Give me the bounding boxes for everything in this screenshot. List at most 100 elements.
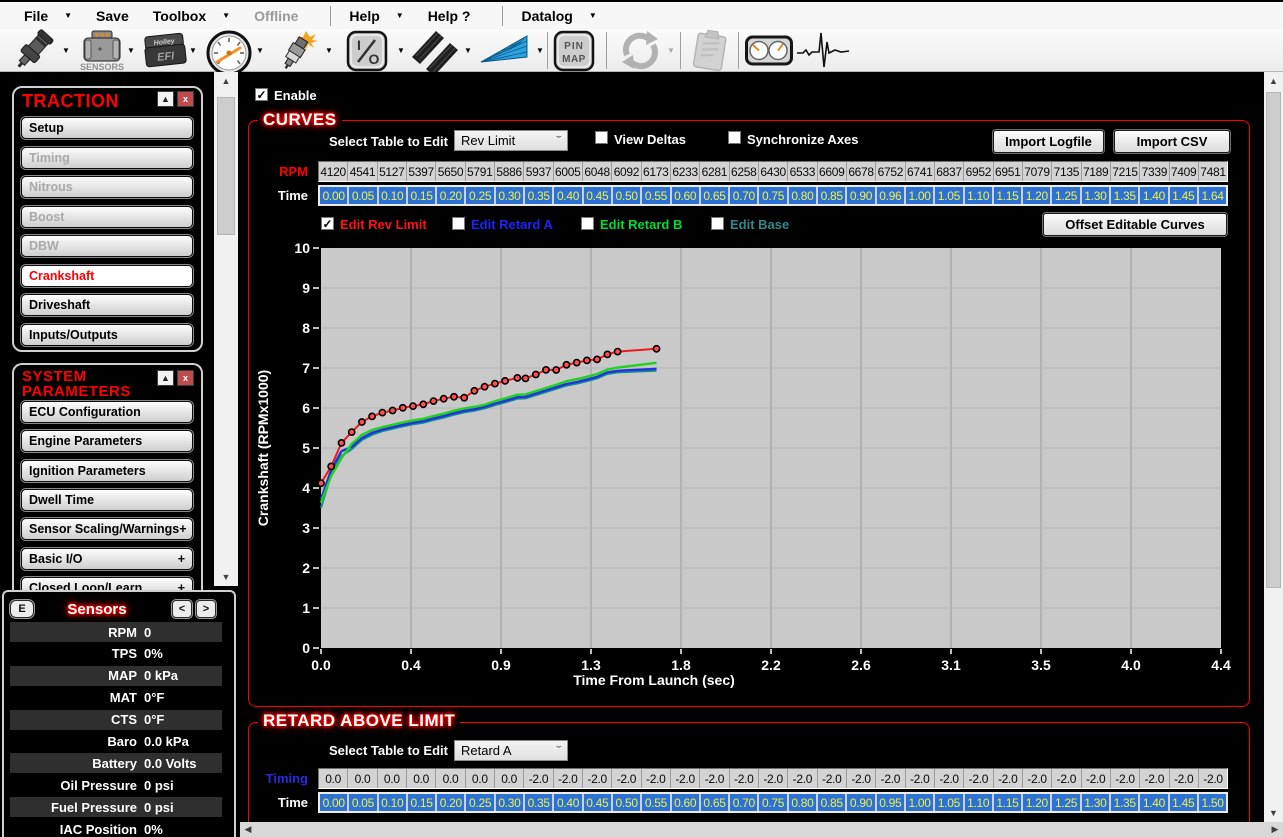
value-cell[interactable]: 0.45: [582, 794, 611, 811]
value-cell[interactable]: 0.20: [435, 794, 464, 811]
series-marker-rev-limit[interactable]: [553, 367, 559, 373]
main-hscrollbar-right-icon[interactable]: ▶: [1268, 823, 1282, 836]
sensors-prev-button[interactable]: <: [172, 600, 192, 618]
value-cell[interactable]: -2.0: [1081, 769, 1110, 788]
value-cell[interactable]: 0.0: [494, 769, 523, 788]
value-cell[interactable]: -2.0: [1110, 769, 1139, 788]
value-cell[interactable]: 1.05: [933, 794, 962, 811]
series-marker-rev-limit[interactable]: [471, 388, 477, 394]
series-marker-rev-limit[interactable]: [328, 463, 334, 469]
main-vscrollbar-thumb[interactable]: [1266, 92, 1281, 588]
value-cell[interactable]: 0.0: [347, 769, 376, 788]
series-marker-rev-limit[interactable]: [543, 367, 549, 373]
series-marker-rev-limit[interactable]: [441, 396, 447, 402]
series-marker-rev-limit[interactable]: [318, 480, 324, 486]
series-marker-rev-limit[interactable]: [563, 362, 569, 368]
value-cell[interactable]: 0.85: [816, 794, 845, 811]
series-marker-rev-limit[interactable]: [390, 407, 396, 413]
series-marker-rev-limit[interactable]: [451, 394, 457, 400]
value-cell[interactable]: -2.0: [905, 769, 934, 788]
series-marker-rev-limit[interactable]: [514, 375, 520, 381]
value-cell[interactable]: -2.0: [582, 769, 611, 788]
series-marker-rev-limit[interactable]: [653, 346, 659, 352]
series-marker-rev-limit[interactable]: [349, 429, 355, 435]
series-marker-rev-limit[interactable]: [492, 381, 498, 387]
series-marker-rev-limit[interactable]: [594, 356, 600, 362]
series-marker-rev-limit[interactable]: [574, 360, 580, 366]
value-cell[interactable]: -2.0: [1169, 769, 1198, 788]
value-cell[interactable]: 0.00: [320, 794, 347, 811]
value-cell[interactable]: -2.0: [699, 769, 728, 788]
value-cell[interactable]: -2.0: [875, 769, 904, 788]
value-cell[interactable]: -2.0: [1139, 769, 1168, 788]
value-cell[interactable]: -2.0: [611, 769, 640, 788]
value-cell[interactable]: 0.25: [464, 794, 493, 811]
value-cell[interactable]: -2.0: [963, 769, 992, 788]
value-cell[interactable]: 0.65: [699, 794, 728, 811]
value-cell[interactable]: 1.45: [1168, 794, 1197, 811]
value-cell[interactable]: 0.0: [406, 769, 435, 788]
value-cell[interactable]: 0.80: [787, 794, 816, 811]
value-cell[interactable]: -2.0: [1051, 769, 1080, 788]
value-cell[interactable]: -2.0: [817, 769, 846, 788]
series-marker-rev-limit[interactable]: [369, 413, 375, 419]
value-cell[interactable]: 1.30: [1080, 794, 1109, 811]
series-marker-rev-limit[interactable]: [604, 351, 610, 357]
value-cell[interactable]: 0.70: [728, 794, 757, 811]
value-cell[interactable]: -2.0: [1198, 769, 1227, 788]
series-marker-rev-limit[interactable]: [584, 357, 590, 363]
value-cell[interactable]: 0.95: [875, 794, 904, 811]
value-cell[interactable]: -2.0: [934, 769, 963, 788]
value-cell[interactable]: 1.10: [963, 794, 992, 811]
value-cell[interactable]: -2.0: [641, 769, 670, 788]
main-vscrollbar-down-icon[interactable]: ▼: [1264, 806, 1283, 820]
value-cell[interactable]: 0.10: [377, 794, 406, 811]
value-cell[interactable]: 1.25: [1050, 794, 1079, 811]
value-cell[interactable]: 0.0: [319, 769, 347, 788]
value-cell[interactable]: 1.50: [1197, 794, 1226, 811]
value-cell[interactable]: 0.75: [757, 794, 786, 811]
value-cell[interactable]: -2.0: [787, 769, 816, 788]
series-marker-rev-limit[interactable]: [482, 384, 488, 390]
series-marker-rev-limit[interactable]: [410, 403, 416, 409]
value-cell[interactable]: -2.0: [1022, 769, 1051, 788]
value-cell[interactable]: 0.50: [611, 794, 640, 811]
sensors-e-button[interactable]: E: [10, 600, 34, 618]
series-marker-rev-limit[interactable]: [615, 349, 621, 355]
value-cell[interactable]: 1.00: [904, 794, 933, 811]
retard-table-select[interactable]: Retard A ˇ: [454, 740, 568, 761]
sensors-next-button[interactable]: >: [196, 600, 216, 618]
value-cell[interactable]: 0.0: [435, 769, 464, 788]
series-marker-rev-limit[interactable]: [533, 371, 539, 377]
value-cell[interactable]: 0.30: [494, 794, 523, 811]
value-cell[interactable]: 0.35: [523, 794, 552, 811]
main-hscrollbar-track[interactable]: [240, 822, 1283, 837]
series-marker-rev-limit[interactable]: [359, 419, 365, 425]
value-cell[interactable]: 1.20: [1021, 794, 1050, 811]
value-cell[interactable]: 0.0: [377, 769, 406, 788]
main-hscrollbar-left-icon[interactable]: ◀: [241, 823, 255, 836]
value-cell[interactable]: -2.0: [523, 769, 552, 788]
value-cell[interactable]: -2.0: [729, 769, 758, 788]
value-cell[interactable]: 0.60: [670, 794, 699, 811]
value-cell[interactable]: 0.90: [845, 794, 874, 811]
series-marker-rev-limit[interactable]: [430, 398, 436, 404]
series-marker-rev-limit[interactable]: [338, 440, 344, 446]
value-cell[interactable]: 0.40: [552, 794, 581, 811]
value-cell[interactable]: 1.35: [1109, 794, 1138, 811]
value-cell[interactable]: -2.0: [758, 769, 787, 788]
retard-time-value-row[interactable]: 0.000.050.100.150.200.250.300.350.400.45…: [318, 792, 1228, 813]
value-cell[interactable]: 1.40: [1138, 794, 1167, 811]
series-marker-rev-limit[interactable]: [400, 405, 406, 411]
series-marker-rev-limit[interactable]: [379, 410, 385, 416]
value-cell[interactable]: 0.55: [640, 794, 669, 811]
main-vscrollbar-up-icon[interactable]: ▲: [1264, 74, 1283, 88]
value-cell[interactable]: -2.0: [993, 769, 1022, 788]
series-marker-rev-limit[interactable]: [420, 401, 426, 407]
value-cell[interactable]: -2.0: [553, 769, 582, 788]
value-cell[interactable]: 0.05: [347, 794, 376, 811]
value-cell[interactable]: 1.15: [992, 794, 1021, 811]
series-marker-rev-limit[interactable]: [522, 375, 528, 381]
value-cell[interactable]: -2.0: [846, 769, 875, 788]
series-marker-rev-limit[interactable]: [461, 395, 467, 401]
